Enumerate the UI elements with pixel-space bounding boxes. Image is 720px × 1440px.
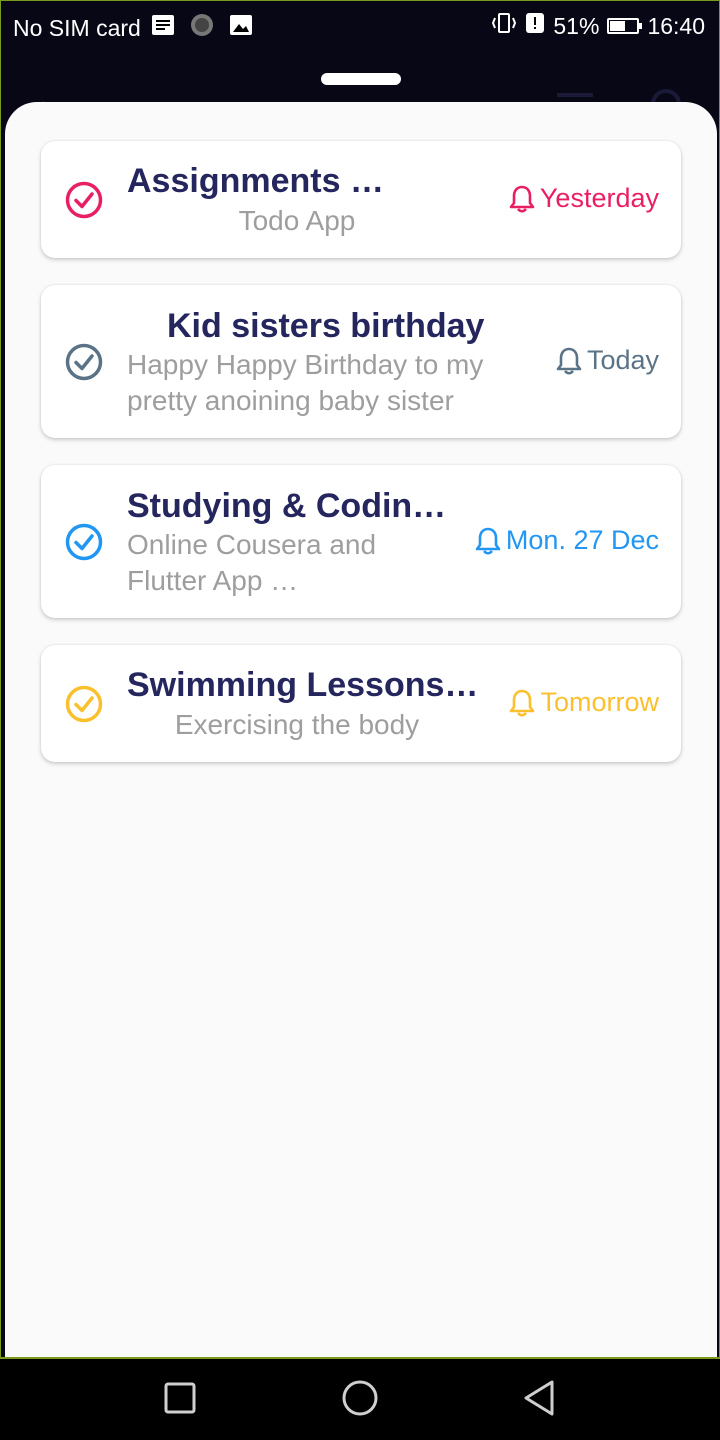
vibrate-icon — [491, 12, 517, 40]
task-reminder: Mon. 27 Dec — [474, 525, 659, 556]
battery-charging-icon — [607, 18, 643, 34]
reminder-label: Mon. 27 Dec — [505, 525, 659, 555]
menu-icon — [557, 93, 593, 97]
carrier-label: No SIM card — [13, 14, 141, 41]
task-subtitle: Happy Happy Birthday to my pretty anoini… — [127, 349, 484, 416]
reminder-label: Tomorrow — [540, 687, 659, 717]
check-circle-icon[interactable] — [65, 343, 103, 381]
task-title: Assignments … — [127, 162, 384, 200]
task-title: Kid sisters birthday — [167, 307, 485, 345]
check-circle-icon[interactable] — [65, 181, 103, 219]
bell-icon — [509, 185, 535, 213]
check-circle-icon[interactable] — [65, 523, 103, 561]
task-card[interactable]: Studying & Codin… Online Cousera and Flu… — [41, 465, 681, 618]
task-subtitle: Online Cousera and Flutter App … — [127, 529, 377, 596]
reminder-label: Yesterday — [539, 183, 659, 213]
reminder-label: Today — [586, 345, 659, 375]
bell-icon — [510, 689, 535, 717]
notes-notification-icon — [151, 14, 175, 42]
clock: 16:40 — [647, 12, 705, 39]
back-triangle-icon[interactable] — [521, 1379, 557, 1422]
task-reminder: Today — [555, 345, 659, 376]
tasks-bottom-sheet: Assignments … Todo App Yesterday Kid sis… — [5, 102, 717, 1357]
home-circle-icon[interactable] — [341, 1379, 379, 1422]
task-card[interactable]: Swimming Lessons… Exercising the body To… — [41, 645, 681, 762]
bell-icon — [556, 347, 582, 375]
sheet-drag-handle[interactable] — [321, 73, 401, 85]
check-circle-icon[interactable] — [65, 685, 103, 723]
battery-percent: 51% — [553, 12, 600, 39]
status-bar: No SIM card 51% 16:40 — [1, 1, 719, 49]
system-nav-bar — [0, 1359, 720, 1440]
sync-notification-icon — [189, 12, 215, 44]
task-card[interactable]: Kid sisters birthday Happy Happy Birthda… — [41, 285, 681, 438]
task-reminder: Tomorrow — [508, 687, 659, 718]
task-reminder: Yesterday — [508, 183, 659, 214]
app-window: No SIM card 51% 16:40 ‹ — [0, 0, 720, 1359]
task-card[interactable]: Assignments … Todo App Yesterday — [41, 141, 681, 258]
image-notification-icon — [229, 14, 253, 42]
task-title: Studying & Codin… — [127, 487, 447, 525]
task-subtitle: Todo App — [238, 205, 356, 236]
task-subtitle: Exercising the body — [174, 709, 420, 740]
task-title: Swimming Lessons… — [127, 666, 479, 704]
bell-icon — [475, 527, 501, 555]
alert-icon — [525, 12, 545, 40]
recents-square-icon[interactable] — [163, 1381, 197, 1420]
